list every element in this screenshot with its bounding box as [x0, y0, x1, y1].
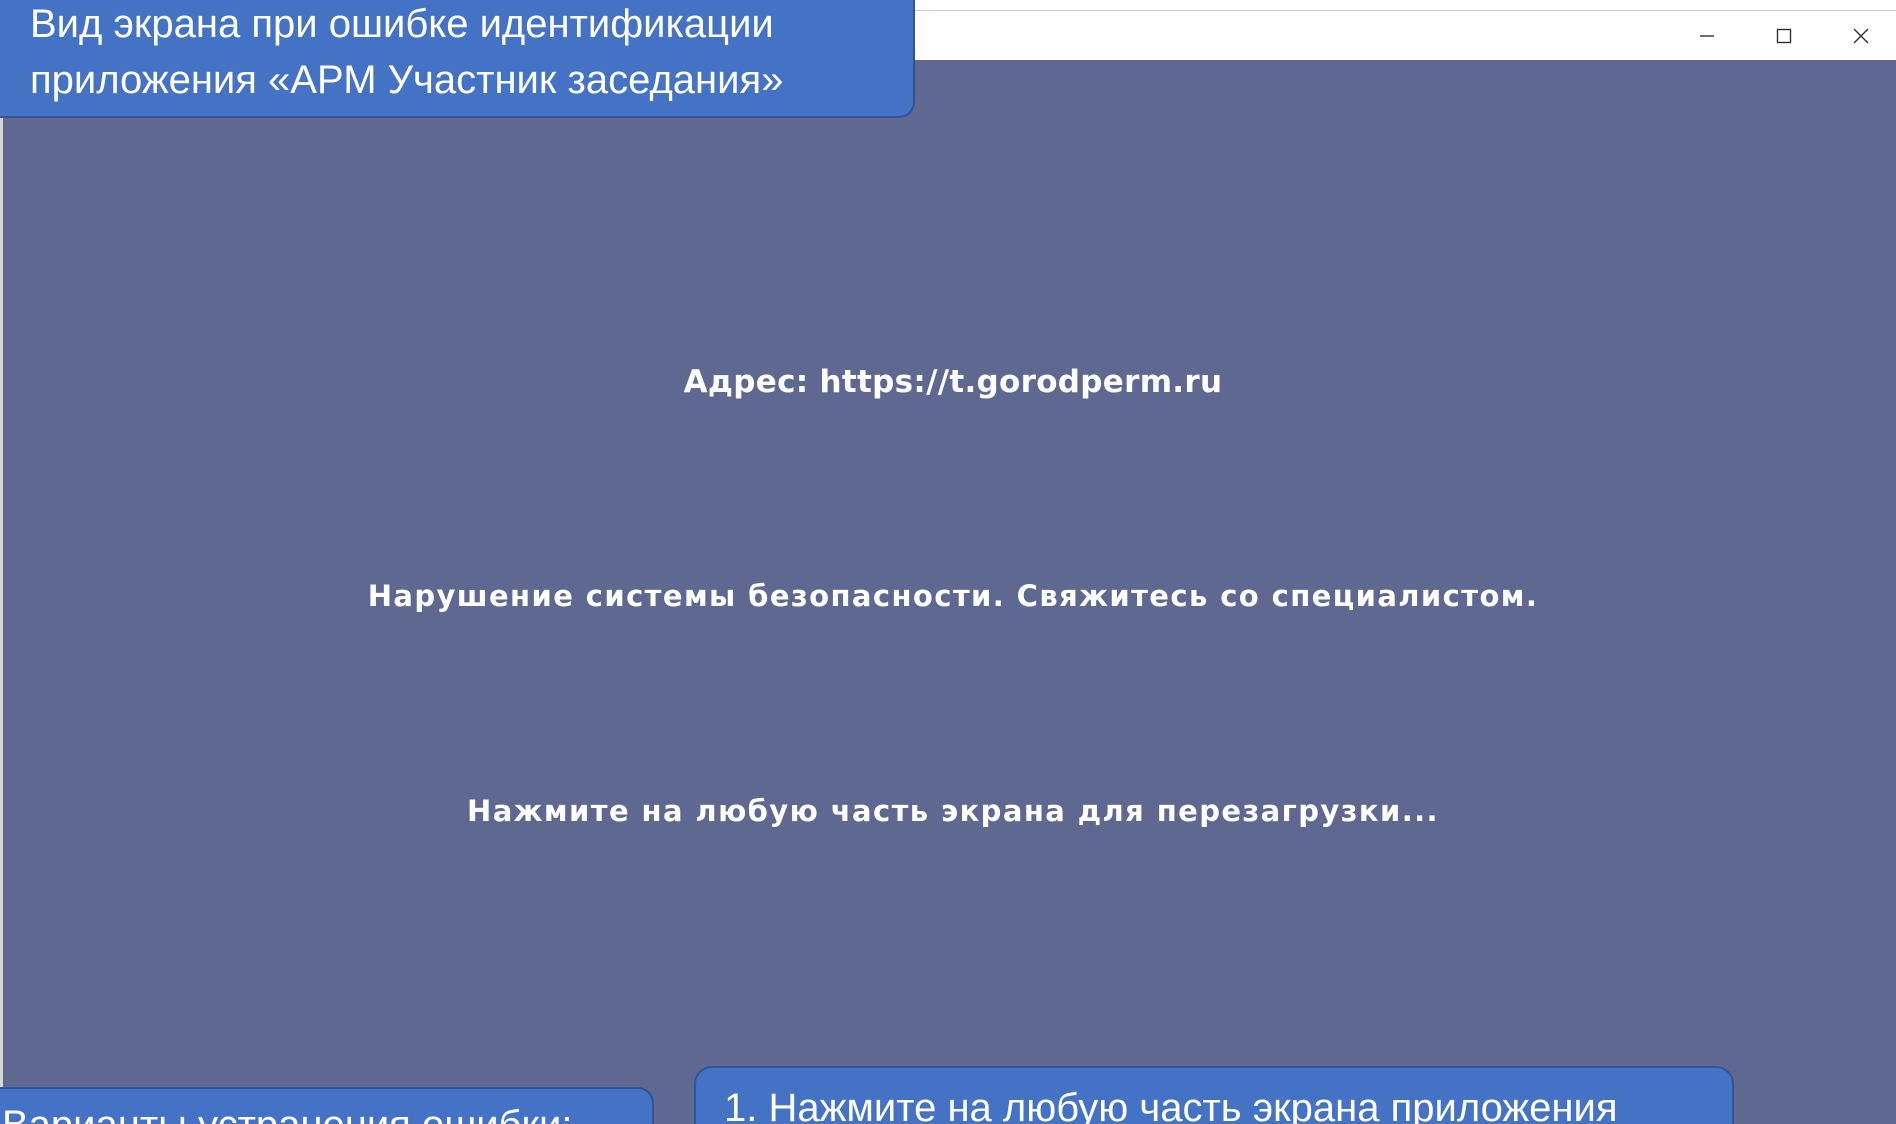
close-button[interactable]	[1822, 11, 1896, 61]
maximize-button[interactable]	[1745, 11, 1822, 61]
title-callout: Вид экрана при ошибке идентификации прил…	[0, 0, 915, 118]
title-callout-line2: приложения «АРМ Участник заседания»	[30, 58, 784, 102]
minimize-button[interactable]	[1668, 11, 1745, 61]
maximize-icon	[1776, 28, 1792, 44]
reload-hint: Нажмите на любую часть экрана для переза…	[467, 794, 1439, 828]
address-text: Адрес: https://t.gorodperm.ru	[683, 364, 1223, 400]
title-callout-line1: Вид экрана при ошибке идентификации	[30, 2, 774, 46]
minimize-icon	[1699, 28, 1715, 44]
window-controls	[1668, 11, 1896, 61]
error-screen[interactable]: Адрес: https://t.gorodperm.ru Нарушение …	[3, 60, 1896, 1124]
app-window: Адрес: https://t.gorodperm.ru Нарушение …	[0, 10, 1896, 1124]
fixes-callout: Варианты устранения ошибки:	[0, 1087, 654, 1124]
close-icon	[1852, 27, 1870, 45]
slide: Адрес: https://t.gorodperm.ru Нарушение …	[0, 0, 1896, 1124]
security-error-message: Нарушение системы безопасности. Свяжитес…	[367, 579, 1539, 613]
step1-callout: 1. Нажмите на любую часть экрана приложе…	[694, 1066, 1734, 1124]
